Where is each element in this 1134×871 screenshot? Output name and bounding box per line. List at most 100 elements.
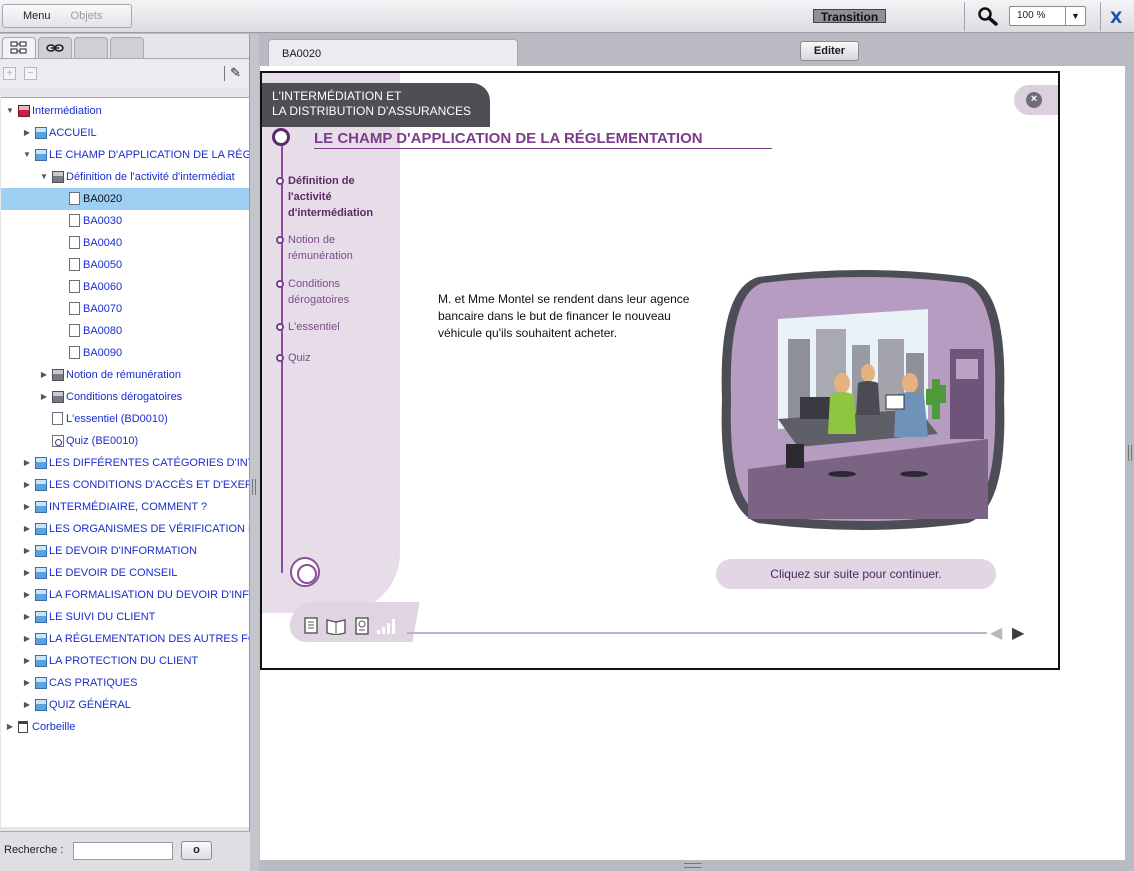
expand-right-icon[interactable]: ▶ [22,650,32,672]
pencil-icon[interactable]: ✎ [230,65,241,81]
book-icon[interactable] [326,617,346,635]
tree-item-label: BA0020 [83,193,123,205]
expand-right-icon[interactable]: ▶ [22,518,32,540]
tree-item[interactable]: ▶ LE SUIVI DU CLIENT [1,606,249,628]
expand-right-icon[interactable]: ▶ [22,452,32,474]
tree-item[interactable]: ▼ Intermédiation [1,100,249,122]
tree-item[interactable]: ▶ ACCUEIL [1,122,249,144]
expand-right-icon[interactable]: ▶ [22,672,32,694]
page-icon [69,214,80,227]
tree-item[interactable]: ▶ CAS PRATIQUES [1,672,249,694]
trash-icon [18,721,28,733]
tab-ba0020[interactable]: BA0020 [268,39,518,67]
tree-item[interactable]: BA0070 [1,298,249,320]
tree-item[interactable]: ▶ LES CONDITIONS D'ACCÈS ET D'EXERC [1,474,249,496]
search-bar: Recherche : o [0,831,250,871]
next-arrow-icon[interactable]: ▶ [1012,623,1024,643]
tree-item-label: BA0080 [83,325,123,337]
tree-item[interactable]: ▶ LE DEVOIR DE CONSEIL [1,562,249,584]
expand-right-icon[interactable]: ▶ [22,628,32,650]
tree-item-label: ACCUEIL [49,127,97,139]
tree-item[interactable]: ▶ LES DIFFÉRENTES CATÉGORIES D'INTI [1,452,249,474]
tree-item[interactable]: Quiz (BE0010) [1,430,249,452]
progress-timeline [281,133,283,573]
tree-item-label: BA0030 [83,215,123,227]
search-input[interactable] [73,842,173,860]
tab-empty[interactable] [110,37,144,58]
slide-close-button[interactable]: × [1014,85,1058,115]
transition-button[interactable]: Transition [813,9,886,24]
tree-item-label: LA PROTECTION DU CLIENT [49,655,199,667]
expand-down-icon[interactable]: ▼ [22,144,32,166]
step-dot-icon [276,236,284,244]
tree-item[interactable]: ▶ Notion de rémunération [1,364,249,386]
tree-item[interactable]: ▶ LA PROTECTION DU CLIENT [1,650,249,672]
expand-right-icon[interactable]: ▶ [5,716,15,738]
objects-button[interactable]: Objets [63,10,115,22]
tree-item[interactable]: ▶ LE DEVOIR D'INFORMATION [1,540,249,562]
remove-button[interactable]: − [24,67,37,80]
tree-item[interactable]: BA0050 [1,254,249,276]
expand-right-icon[interactable]: ▶ [22,474,32,496]
tab-tree[interactable] [2,37,36,58]
expand-right-icon[interactable]: ▶ [22,694,32,716]
expand-right-icon[interactable]: ▶ [22,562,32,584]
tree-item[interactable]: ▼ Définition de l'activité d'intermédiat [1,166,249,188]
expand-right-icon[interactable]: ▶ [22,584,32,606]
expand-right-icon[interactable]: ▶ [22,606,32,628]
expand-right-icon[interactable]: ▶ [22,540,32,562]
tree-item[interactable]: ▶ LA FORMALISATION DU DEVOIR D'INFO [1,584,249,606]
close-icon[interactable]: X [1110,8,1122,27]
page-icon [69,346,80,359]
expand-right-icon[interactable]: ▶ [22,122,32,144]
previous-arrow-icon[interactable]: ◀ [990,623,1002,643]
expand-right-icon[interactable]: ▶ [39,386,49,408]
expand-right-icon[interactable]: ▶ [39,364,49,386]
tree-item[interactable]: BA0090 [1,342,249,364]
tree-item-label: Notion de rémunération [66,369,181,381]
tree-item-label: BA0060 [83,281,123,293]
tree-item[interactable]: ▶ LES ORGANISMES DE VÉRIFICATION E [1,518,249,540]
panel-tabs [0,34,249,58]
tree-item[interactable]: BA0040 [1,232,249,254]
bank-office-illustration [721,270,1005,530]
progress-bars-icon[interactable] [376,617,396,635]
tree-item[interactable]: ▶ QUIZ GÉNÉRAL [1,694,249,716]
add-button[interactable]: + [3,67,16,80]
chevron-down-icon[interactable]: ▼ [1065,7,1085,25]
section-icon [35,699,47,711]
tree-item[interactable]: L'essentiel (BD0010) [1,408,249,430]
bottom-resize-icon[interactable] [684,863,702,868]
tree-item-label: BA0070 [83,303,123,315]
tree-item[interactable]: ▶ Conditions dérogatoires [1,386,249,408]
expand-right-icon[interactable]: ▶ [22,496,32,518]
tree-item[interactable]: BA0080 [1,320,249,342]
menu-button[interactable]: Menu [3,10,63,22]
tree-item[interactable]: ▶ LA RÉGLEMENTATION DES AUTRES FO [1,628,249,650]
tab-empty[interactable] [74,37,108,58]
edit-button[interactable]: Editer [800,41,859,61]
document-icon[interactable] [304,617,320,635]
tab-links[interactable] [38,37,72,58]
splitter-grip-icon[interactable] [252,479,256,495]
tree-item[interactable]: BA0030 [1,210,249,232]
section-icon [35,149,47,161]
quiz-icon [52,435,64,447]
toolbar-divider [224,66,225,81]
tree-item[interactable]: BA0020 [1,188,249,210]
panel-splitter[interactable] [250,34,259,871]
magnifier-icon[interactable] [977,6,999,26]
course-title-line: L'INTERMÉDIATION ET [272,89,402,103]
toolbar-divider [964,2,965,31]
tree-item[interactable]: ▶ Corbeille [1,716,249,738]
expand-down-icon[interactable]: ▼ [39,166,49,188]
glossary-icon[interactable] [354,617,370,635]
expand-down-icon[interactable]: ▼ [5,100,15,122]
right-resize-icon[interactable] [1128,445,1132,461]
tree-item[interactable]: ▼ LE CHAMP D'APPLICATION DE LA RÉGL [1,144,249,166]
slide-title: LE CHAMP D'APPLICATION DE LA RÉGLEMENTAT… [314,130,703,147]
tree-item[interactable]: ▶ INTERMÉDIAIRE, COMMENT ? [1,496,249,518]
search-button[interactable]: o [181,841,212,860]
zoom-select[interactable]: 100 % ▼ [1009,6,1086,26]
tree-item[interactable]: BA0060 [1,276,249,298]
